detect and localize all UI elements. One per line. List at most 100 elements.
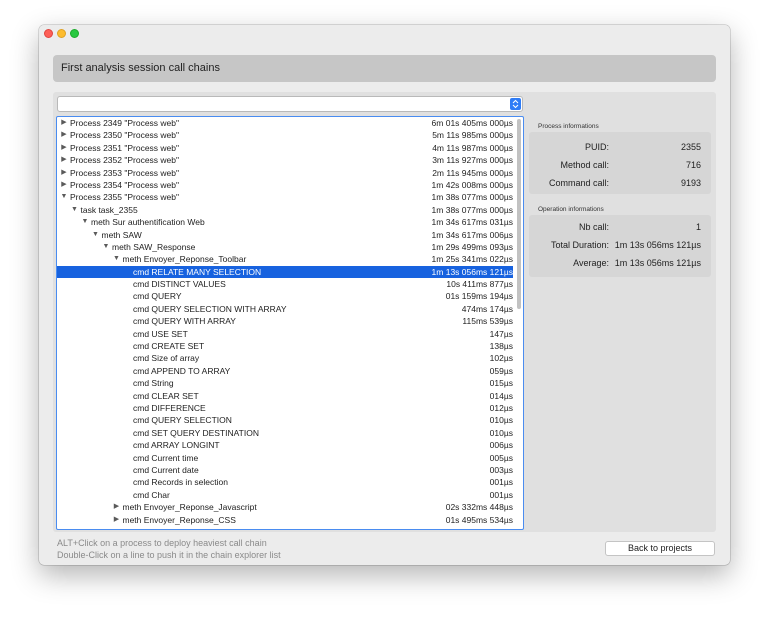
tree-row[interactable]: cmd CREATE SET 138µs bbox=[57, 340, 513, 352]
tree-row[interactable]: ▶ Process 2351 "Process web" 4m 11s 987ms … bbox=[57, 142, 513, 154]
call-chain-tree[interactable]: ▶ Process 2349 "Process web" 6m 01s 405ms … bbox=[56, 116, 524, 530]
tree-row-duration: 138µs bbox=[489, 341, 513, 352]
method-call-label: Method call: bbox=[560, 160, 609, 170]
tree-row-label: meth Envoyer_Reponse_Toolbar bbox=[122, 254, 247, 265]
triangle-down-icon[interactable]: ▼ bbox=[102, 241, 110, 253]
tree-row[interactable]: ▶ Process 2350 "Process web" 5m 11s 985ms … bbox=[57, 129, 513, 141]
zoom-window-button[interactable] bbox=[70, 29, 79, 38]
chain-filter-combo[interactable] bbox=[57, 96, 523, 112]
app-window: First analysis session call chains ▶ Proc… bbox=[39, 25, 730, 565]
up-down-chevron-icon[interactable] bbox=[510, 98, 521, 110]
tree-row[interactable]: ▼ meth Sur authentification Web 1m 34s 617… bbox=[57, 216, 513, 228]
tree-row[interactable]: ▼ meth Envoyer_Reponse_Toolbar 1m 25s 341m… bbox=[57, 253, 513, 265]
process-info-box: PUID: 2355 Method call: 716 Command call… bbox=[529, 132, 711, 194]
tree-row-duration: 1m 29s 499ms 093µs bbox=[431, 241, 513, 252]
tree-row-label: cmd DIFFERENCE bbox=[133, 402, 206, 413]
tree-row-duration: 3m 11s 927ms 000µs bbox=[432, 155, 513, 166]
tree-row-label: task task_2355 bbox=[80, 204, 138, 215]
triangle-right-icon[interactable]: ▶ bbox=[60, 179, 68, 191]
triangle-down-icon[interactable]: ▼ bbox=[60, 191, 68, 203]
tree-row[interactable]: cmd CLEAR SET 014µs bbox=[57, 390, 513, 402]
tree-row[interactable]: cmd QUERY SELECTION WITH ARRAY 474ms 174µ… bbox=[57, 303, 513, 315]
triangle-right-icon[interactable]: ▶ bbox=[60, 167, 68, 179]
tree-row-label: cmd Size of array bbox=[133, 353, 200, 364]
tree-row-duration: 10s 411ms 877µs bbox=[446, 279, 513, 290]
tree-row[interactable]: cmd QUERY 01s 159ms 194µs bbox=[57, 290, 513, 302]
tree-scrollbar[interactable] bbox=[517, 119, 521, 309]
tree-row-duration: 474ms 174µs bbox=[461, 303, 513, 314]
tree-row[interactable]: cmd Current date 003µs bbox=[57, 464, 513, 476]
tree-row[interactable]: cmd DISTINCT VALUES 10s 411ms 877µs bbox=[57, 278, 513, 290]
back-to-projects-button[interactable]: Back to projects bbox=[605, 541, 715, 556]
nb-call-label: Nb call: bbox=[578, 222, 609, 232]
tree-row-selected[interactable]: cmd RELATE MANY SELECTION 1m 13s 056ms 12… bbox=[57, 265, 513, 279]
triangle-right-icon[interactable]: ▶ bbox=[60, 117, 68, 129]
triangle-right-icon[interactable]: ▶ bbox=[60, 129, 68, 141]
tree-row-label: meth SAW bbox=[101, 229, 142, 240]
tree-row-duration: 1m 42s 008ms 000µs bbox=[431, 179, 513, 190]
tree-row-duration: 1m 13s 056ms 121µs bbox=[431, 266, 513, 277]
tree-row-duration: 1m 25s 341ms 022µs bbox=[431, 254, 513, 265]
triangle-right-icon[interactable]: ▶ bbox=[113, 514, 121, 526]
tree-row[interactable]: cmd ARRAY LONGINT 006µs bbox=[57, 439, 513, 451]
tree-row[interactable]: cmd Size of array 102µs bbox=[57, 352, 513, 364]
tree-row[interactable]: ▶ Process 2353 "Process web" 2m 11s 945ms … bbox=[57, 167, 513, 179]
tree-row-label: cmd Char bbox=[133, 489, 170, 500]
tree-row-label: meth Sur authentification Web bbox=[91, 217, 205, 228]
tree-row-label: cmd USE SET bbox=[133, 328, 188, 339]
close-window-button[interactable] bbox=[44, 29, 53, 38]
tree-row[interactable]: ▶ meth Envoyer_Reponse_Javascript 02s 332m… bbox=[57, 501, 513, 513]
puid-value: 2355 bbox=[680, 142, 701, 152]
average-value: 1m 13s 056ms 121µs bbox=[614, 258, 701, 268]
tree-row-duration: 115ms 539µs bbox=[462, 316, 513, 327]
puid-label: PUID: bbox=[584, 142, 609, 152]
tree-row[interactable]: ▶ Process 2349 "Process web" 6m 01s 405ms … bbox=[57, 117, 513, 129]
tree-row-label: cmd CREATE SET bbox=[133, 341, 205, 352]
tree-row-label: Process 2349 "Process web" bbox=[70, 118, 180, 128]
tree-row-duration: 1m 34s 617ms 006µs bbox=[431, 229, 513, 240]
triangle-right-icon[interactable]: ▶ bbox=[60, 142, 68, 154]
tree-row[interactable]: ▶ Process 2354 "Process web" 1m 42s 008ms … bbox=[57, 179, 513, 191]
tree-row[interactable]: ▶ Process 2352 "Process web" 3m 11s 927ms … bbox=[57, 154, 513, 166]
tree-row[interactable]: cmd Current time 005µs bbox=[57, 452, 513, 464]
tree-row-label: cmd APPEND TO ARRAY bbox=[133, 365, 231, 376]
triangle-right-icon[interactable]: ▶ bbox=[60, 154, 68, 166]
tree-row[interactable]: cmd SET QUERY DESTINATION 010µs bbox=[57, 427, 513, 439]
tree-row[interactable]: cmd APPEND TO ARRAY 059µs bbox=[57, 365, 513, 377]
tree-row[interactable]: cmd QUERY WITH ARRAY 115ms 539µs bbox=[57, 315, 513, 327]
tree-row[interactable]: ▼ meth SAW 1m 34s 617ms 006µs bbox=[57, 229, 513, 241]
tree-row[interactable]: cmd Char 001µs bbox=[57, 489, 513, 501]
tree-row-duration: 5m 11s 985ms 000µs bbox=[432, 130, 513, 141]
title-bar bbox=[39, 25, 730, 45]
hint-alt-click: ALT+Click on a process to deploy heavies… bbox=[57, 538, 267, 548]
tree-row[interactable]: cmd QUERY SELECTION 010µs bbox=[57, 414, 513, 426]
triangle-down-icon[interactable]: ▼ bbox=[92, 229, 100, 241]
tree-row-label: cmd QUERY SELECTION WITH ARRAY bbox=[133, 303, 287, 314]
tree-row-duration: 006µs bbox=[489, 440, 513, 451]
minimize-window-button[interactable] bbox=[57, 29, 66, 38]
tree-row-label: Process 2355 "Process web" bbox=[70, 192, 180, 203]
tree-row[interactable]: ▼ Process 2355 "Process web" 1m 38s 077ms … bbox=[57, 191, 513, 203]
tree-row-duration: 1m 34s 617ms 031µs bbox=[431, 217, 513, 228]
tree-row[interactable]: cmd String 015µs bbox=[57, 377, 513, 389]
tree-row-duration: 014µs bbox=[489, 390, 513, 401]
tree-row-label: meth Envoyer_Reponse_Javascript bbox=[122, 502, 257, 513]
triangle-right-icon[interactable]: ▶ bbox=[113, 501, 121, 513]
tree-row-duration: 005µs bbox=[489, 452, 513, 463]
tree-row-duration: 2m 11s 945ms 000µs bbox=[432, 167, 513, 178]
triangle-down-icon[interactable]: ▼ bbox=[71, 204, 79, 216]
tree-row[interactable]: cmd DIFFERENCE 012µs bbox=[57, 402, 513, 414]
triangle-down-icon[interactable]: ▼ bbox=[113, 253, 121, 265]
average-label: Average: bbox=[573, 258, 609, 268]
tree-row-duration: 010µs bbox=[489, 427, 513, 438]
tree-row-duration: 059µs bbox=[489, 365, 513, 376]
tree-row-label: cmd QUERY bbox=[133, 291, 182, 302]
tree-row-label: Process 2350 "Process web" bbox=[70, 130, 180, 141]
tree-row[interactable]: ▼ task task_2355 1m 38s 077ms 000µs bbox=[57, 204, 513, 216]
triangle-down-icon[interactable]: ▼ bbox=[81, 216, 89, 228]
tree-row[interactable]: cmd Records in selection 001µs bbox=[57, 476, 513, 488]
tree-row-label: cmd QUERY WITH ARRAY bbox=[133, 316, 236, 327]
tree-row[interactable]: ▶ meth Envoyer_Reponse_CSS 01s 495ms 534µs bbox=[57, 514, 513, 526]
tree-row[interactable]: ▼ meth SAW_Response 1m 29s 499ms 093µs bbox=[57, 241, 513, 253]
tree-row[interactable]: cmd USE SET 147µs bbox=[57, 328, 513, 340]
